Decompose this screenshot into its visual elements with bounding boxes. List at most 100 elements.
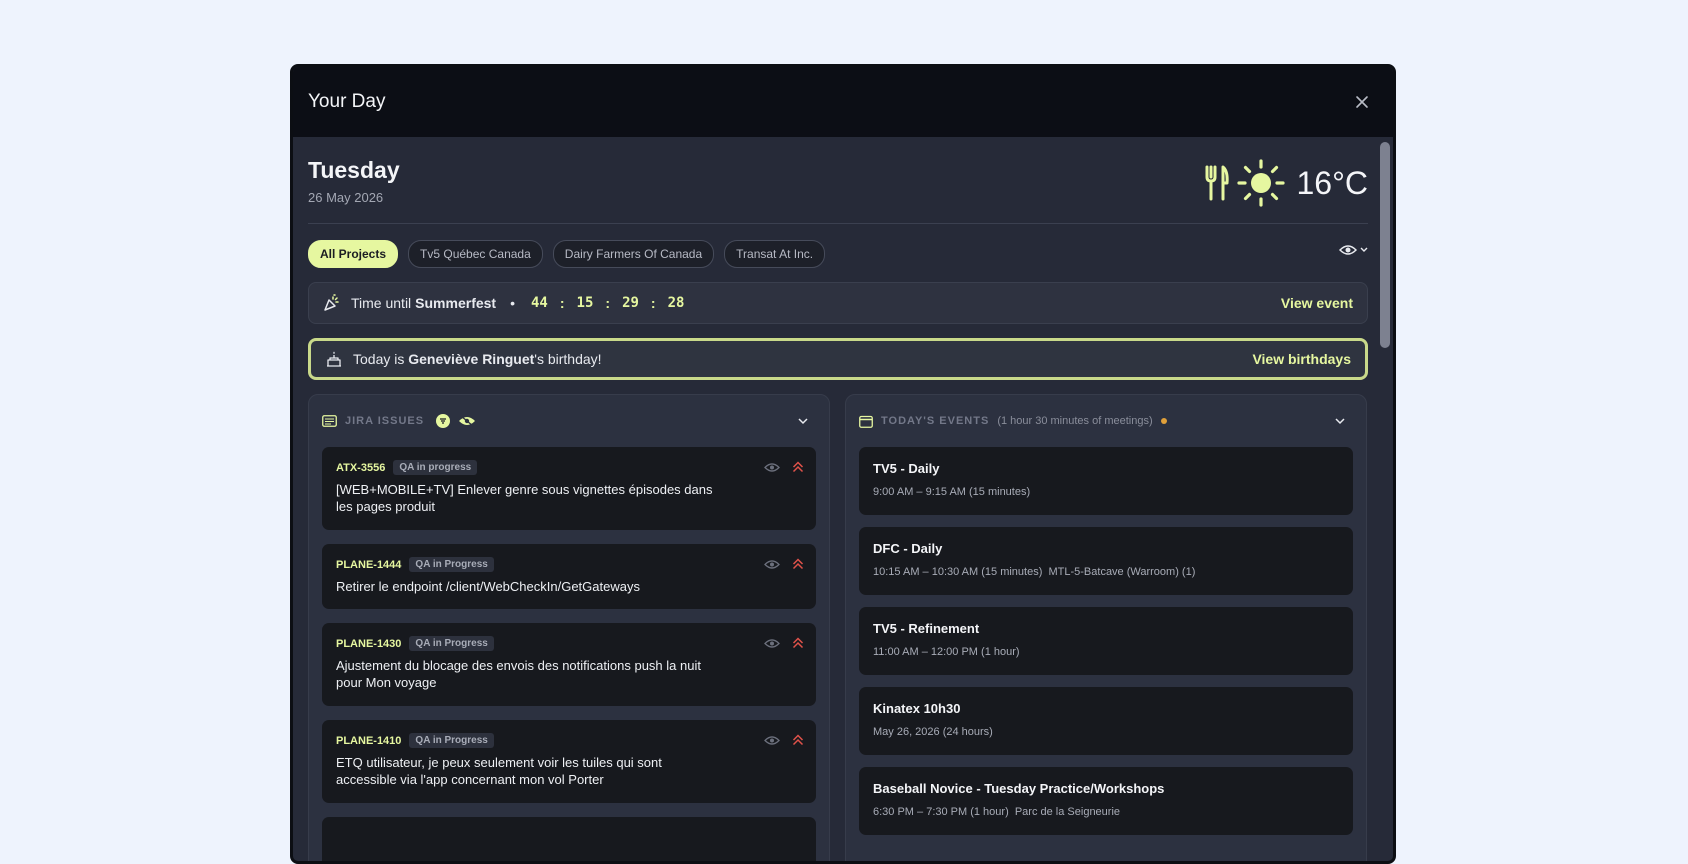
issue-key[interactable]: PLANE-1410 [336, 735, 401, 747]
party-popper-icon [324, 294, 339, 311]
day-name: Tuesday [308, 157, 400, 183]
issue-actions [764, 461, 804, 473]
countdown-event-name: Summerfest [415, 295, 497, 311]
event-card[interactable]: TV5 - Daily 9:00 AM – 9:15 AM (15 minute… [859, 447, 1353, 515]
event-card[interactable]: Baseball Novice - Tuesday Practice/Works… [859, 767, 1353, 835]
collapse-jira-chevron-icon[interactable] [798, 417, 808, 425]
eye-icon[interactable] [764, 462, 780, 473]
scroll-thumb[interactable] [1380, 142, 1390, 348]
event-title: TV5 - Daily [873, 461, 940, 476]
modal-header: Your Day [293, 67, 1393, 137]
event-title: Kinatex 10h30 [873, 701, 961, 716]
weather-widget: 16°C [1205, 159, 1369, 207]
birthday-info: Today is Geneviève Ringuet's birthday! [325, 350, 602, 368]
countdown-seconds: 28 [667, 295, 685, 311]
jira-issues-panel: JIRA ISSUES ATX-3556 QA in progress [WEB… [308, 394, 830, 861]
birthday-prefix: Today is [353, 351, 405, 367]
jira-issue-card[interactable]: PLANE-1444 QA in Progress Retirer le end… [322, 544, 816, 609]
close-button[interactable] [1347, 87, 1377, 117]
issue-title: ETQ utilisateur, je peux seulement voir … [336, 755, 662, 787]
day-header: Tuesday 26 May 2026 16°C [308, 137, 1368, 224]
issue-actions [764, 637, 804, 649]
issue-status-badge: QA in Progress [409, 557, 494, 572]
your-day-modal: Your Day Tuesday 26 May 2026 16°C All Pr… [290, 64, 1396, 864]
eye-icon[interactable] [764, 559, 780, 570]
jira-header-left: JIRA ISSUES [322, 414, 476, 428]
issue-header: PLANE-1444 QA in Progress [336, 557, 802, 572]
eye-icon [1339, 245, 1357, 255]
jira-panel-title: JIRA ISSUES [345, 415, 425, 427]
issue-header: ATX-3556 QA in progress [336, 460, 802, 475]
events-panel-header: TODAY'S EVENTS (1 hour 30 minutes of mee… [859, 395, 1353, 447]
events-summary: (1 hour 30 minutes of meetings) [997, 415, 1153, 427]
birthday-name: Geneviève Ringuet [408, 351, 535, 367]
birthday-banner: Today is Geneviève Ringuet's birthday! V… [308, 338, 1368, 380]
countdown-days: 44 [531, 295, 548, 311]
collapse-events-chevron-icon[interactable] [1335, 417, 1345, 425]
jira-issue-card[interactable] [322, 817, 816, 861]
temperature: 16°C [1296, 164, 1369, 201]
birthday-text: Today is Geneviève Ringuet's birthday! [353, 351, 602, 367]
content: Tuesday 26 May 2026 16°C All Projects Tv… [308, 137, 1368, 861]
issue-status-badge: QA in Progress [409, 733, 494, 748]
priority-highest-icon [792, 637, 804, 649]
issue-header: PLANE-1430 QA in Progress [336, 636, 802, 651]
calendar-icon [859, 415, 873, 428]
eye-icon[interactable] [764, 735, 780, 746]
issue-title: [WEB+MOBILE+TV] Enlever genre sous vigne… [336, 482, 713, 514]
countdown-minutes: 29 [622, 295, 639, 311]
priority-highest-icon [792, 558, 804, 570]
filter-transat[interactable]: Transat At Inc. [724, 240, 826, 268]
scrollbar[interactable] [1380, 142, 1390, 861]
countdown-timer: 44: 15: 29: 28 [531, 295, 684, 311]
issue-key[interactable]: PLANE-1430 [336, 638, 401, 650]
event-card[interactable]: Kinatex 10h30 May 26, 2026 (24 hours) [859, 687, 1353, 755]
events-header-left: TODAY'S EVENTS (1 hour 30 minutes of mee… [859, 415, 1167, 428]
chevron-down-icon [1360, 247, 1368, 252]
view-event-link[interactable]: View event [1281, 295, 1353, 311]
jira-issue-card[interactable]: PLANE-1430 QA in Progress Ajustement du … [322, 623, 816, 706]
event-time: May 26, 2026 (24 hours) [873, 726, 993, 738]
issue-title: Ajustement du blocage des envois des not… [336, 658, 701, 690]
panels: JIRA ISSUES ATX-3556 QA in progress [WEB… [308, 394, 1368, 861]
countdown-info: Time until Summerfest • 44: 15: 29: 28 [323, 294, 684, 312]
event-card[interactable]: DFC - Daily 10:15 AM – 10:30 AM (15 minu… [859, 527, 1353, 595]
jira-issue-card[interactable]: PLANE-1410 QA in Progress ETQ utilisateu… [322, 720, 816, 803]
filter-tv5[interactable]: Tv5 Québec Canada [408, 240, 543, 268]
countdown-colon: : [559, 295, 565, 311]
countdown-hours: 15 [576, 295, 594, 311]
todays-events-panel: TODAY'S EVENTS (1 hour 30 minutes of mee… [845, 394, 1367, 861]
jira-issue-card[interactable]: ATX-3556 QA in progress [WEB+MOBILE+TV] … [322, 447, 816, 530]
eye-off-icon[interactable] [458, 415, 476, 427]
issue-header: PLANE-1410 QA in Progress [336, 733, 802, 748]
visibility-toggle[interactable] [1339, 244, 1368, 256]
modal-body[interactable]: Tuesday 26 May 2026 16°C All Projects Tv… [293, 137, 1393, 861]
issue-status-badge: QA in progress [393, 460, 478, 475]
countdown-separator: • [510, 295, 515, 311]
eye-icon[interactable] [764, 638, 780, 649]
filter-lines-icon [440, 418, 447, 424]
day-date: 26 May 2026 [308, 190, 384, 205]
issue-actions [764, 558, 804, 570]
day-info: Tuesday 26 May 2026 [308, 157, 400, 205]
priority-highest-icon [792, 734, 804, 746]
close-icon [1356, 96, 1368, 108]
event-time: 11:00 AM – 12:00 PM (1 hour) [873, 646, 1020, 658]
event-time: 6:30 PM – 7:30 PM (1 hour) Parc de la Se… [873, 806, 1121, 818]
issue-key[interactable]: ATX-3556 [336, 462, 385, 474]
cake-icon [327, 351, 341, 367]
view-birthdays-link[interactable]: View birthdays [1252, 351, 1351, 367]
priority-highest-icon [792, 461, 804, 473]
project-filters: All Projects Tv5 Québec Canada Dairy Far… [308, 240, 1368, 268]
filter-all-projects[interactable]: All Projects [308, 240, 399, 268]
event-title: TV5 - Refinement [873, 621, 980, 636]
status-dot [1160, 418, 1167, 424]
issue-status-badge: QA in Progress [409, 636, 494, 651]
filter-badge-icon[interactable] [436, 414, 451, 428]
issue-key[interactable]: PLANE-1444 [336, 559, 401, 571]
filter-dairy-farmers[interactable]: Dairy Farmers Of Canada [552, 240, 715, 268]
sun-icon [1236, 159, 1285, 207]
utensils-icon [1205, 165, 1229, 201]
event-time: 9:00 AM – 9:15 AM (15 minutes) [873, 486, 1031, 498]
event-card[interactable]: TV5 - Refinement 11:00 AM – 12:00 PM (1 … [859, 607, 1353, 675]
